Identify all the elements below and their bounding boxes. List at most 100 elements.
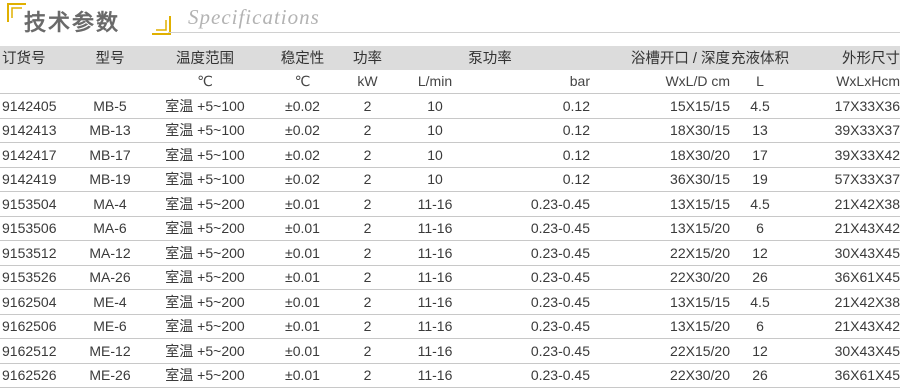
cell-power: 2 bbox=[345, 216, 390, 241]
cell-pump-pressure: 0.23-0.45 bbox=[480, 363, 590, 388]
unit-power: kW bbox=[345, 69, 390, 94]
table-row: 9153512 MA-12 室温 +5~200 ±0.01 2 11-16 0.23-0.4… bbox=[0, 240, 900, 266]
cell-power: 2 bbox=[345, 167, 390, 192]
cell-temp-range: 室温 +5~200 bbox=[150, 289, 260, 315]
col-stability: 稳定性 bbox=[260, 46, 345, 70]
unit-temp: ℃ bbox=[150, 69, 260, 94]
cell-temp-range: 室温 +5~200 bbox=[150, 338, 260, 364]
cell-stability: ±0.01 bbox=[260, 289, 345, 315]
unit-dimensions: WxLxHcm bbox=[790, 69, 900, 94]
cell-order-no: 9142413 bbox=[0, 118, 70, 143]
cell-temp-range: 室温 +5~100 bbox=[150, 167, 260, 192]
cell-power: 2 bbox=[345, 265, 390, 290]
cell-pump-flow: 10 bbox=[390, 93, 480, 119]
cell-power: 2 bbox=[345, 289, 390, 315]
cell-model: MA-26 bbox=[70, 265, 150, 290]
cell-temp-range: 室温 +5~200 bbox=[150, 240, 260, 266]
cell-dimensions: 17X33X36 bbox=[790, 93, 900, 119]
cell-pump-flow: 11-16 bbox=[390, 338, 480, 364]
cell-pump-pressure: 0.23-0.45 bbox=[480, 191, 590, 217]
cell-dimensions: 57X33X37 bbox=[790, 167, 900, 192]
cell-model: ME-12 bbox=[70, 338, 150, 364]
cell-stability: ±0.01 bbox=[260, 191, 345, 217]
cell-stability: ±0.02 bbox=[260, 142, 345, 168]
cell-pump-flow: 10 bbox=[390, 167, 480, 192]
cell-pump-pressure: 0.23-0.45 bbox=[480, 216, 590, 241]
cell-volume: 26 bbox=[730, 265, 790, 290]
cell-pump-pressure: 0.12 bbox=[480, 142, 590, 168]
cell-dimensions: 36X61X45 bbox=[790, 363, 900, 388]
cell-stability: ±0.02 bbox=[260, 93, 345, 119]
col-temp-range: 温度范围 bbox=[150, 46, 260, 70]
table-row: 9142405 MB-5 室温 +5~100 ±0.02 2 10 0.12 15X15/15… bbox=[0, 93, 900, 119]
cell-bath: 36X30/15 bbox=[590, 167, 730, 192]
units-row: ℃ ℃ kW L/min bar WxL/D cm L WxLxHcm bbox=[0, 69, 900, 94]
table-row: 9162526 ME-26 室温 +5~200 ±0.01 2 11-16 0.23-0.4… bbox=[0, 363, 900, 388]
col-dimensions: 外形尺寸 bbox=[790, 46, 900, 70]
cell-pump-pressure: 0.23-0.45 bbox=[480, 265, 590, 290]
cell-volume: 4.5 bbox=[730, 289, 790, 315]
table-row: 9153526 MA-26 室温 +5~200 ±0.01 2 11-16 0.23-0.4… bbox=[0, 265, 900, 290]
cell-order-no: 9142405 bbox=[0, 93, 70, 119]
cell-bath: 13X15/20 bbox=[590, 216, 730, 241]
cell-temp-range: 室温 +5~100 bbox=[150, 93, 260, 119]
cell-power: 2 bbox=[345, 142, 390, 168]
table-row: 9162512 ME-12 室温 +5~200 ±0.01 2 11-16 0.23-0.4… bbox=[0, 338, 900, 364]
cell-volume: 19 bbox=[730, 167, 790, 192]
header-divider bbox=[168, 32, 900, 33]
cell-order-no: 9153512 bbox=[0, 240, 70, 266]
cell-power: 2 bbox=[345, 338, 390, 364]
cell-model: MA-4 bbox=[70, 191, 150, 217]
cell-order-no: 9142419 bbox=[0, 167, 70, 192]
table-row: 9153506 MA-6 室温 +5~200 ±0.01 2 11-16 0.23-0.45… bbox=[0, 216, 900, 241]
col-power: 功率 bbox=[345, 46, 390, 70]
cell-stability: ±0.01 bbox=[260, 216, 345, 241]
section-title-en: Specifications bbox=[188, 5, 320, 29]
cell-pump-pressure: 0.23-0.45 bbox=[480, 338, 590, 364]
cell-temp-range: 室温 +5~100 bbox=[150, 118, 260, 143]
table-row: 9162504 ME-4 室温 +5~200 ±0.01 2 11-16 0.23-0.45… bbox=[0, 289, 900, 315]
cell-pump-pressure: 0.23-0.45 bbox=[480, 240, 590, 266]
col-order-no: 订货号 bbox=[0, 46, 70, 70]
cell-pump-flow: 11-16 bbox=[390, 363, 480, 388]
section-title-zh: 技术参数 bbox=[24, 11, 121, 36]
cell-bath: 18X30/20 bbox=[590, 142, 730, 168]
cell-power: 2 bbox=[345, 118, 390, 143]
cell-pump-flow: 11-16 bbox=[390, 314, 480, 339]
cell-dimensions: 21X43X42 bbox=[790, 314, 900, 339]
cell-order-no: 9153504 bbox=[0, 191, 70, 217]
table-row: 9153504 MA-4 室温 +5~200 ±0.01 2 11-16 0.23-0.45… bbox=[0, 191, 900, 217]
cell-bath: 15X15/15 bbox=[590, 93, 730, 119]
cell-pump-flow: 10 bbox=[390, 142, 480, 168]
cell-stability: ±0.01 bbox=[260, 314, 345, 339]
cell-pump-pressure: 0.12 bbox=[480, 167, 590, 192]
data-rows: 9142405 MB-5 室温 +5~100 ±0.02 2 10 0.12 15X15/15… bbox=[0, 93, 900, 388]
cell-temp-range: 室温 +5~200 bbox=[150, 363, 260, 388]
cell-model: ME-4 bbox=[70, 289, 150, 315]
cell-pump-flow: 11-16 bbox=[390, 240, 480, 266]
cell-pump-flow: 11-16 bbox=[390, 265, 480, 290]
cell-bath: 22X30/20 bbox=[590, 265, 730, 290]
unit-pump-flow: L/min bbox=[390, 69, 480, 94]
cell-pump-flow: 11-16 bbox=[390, 289, 480, 315]
cell-volume: 4.5 bbox=[730, 93, 790, 119]
cell-temp-range: 室温 +5~200 bbox=[150, 314, 260, 339]
cell-order-no: 9162506 bbox=[0, 314, 70, 339]
cell-model: MB-17 bbox=[70, 142, 150, 168]
cell-model: MB-13 bbox=[70, 118, 150, 143]
unit-volume: L bbox=[730, 69, 790, 94]
cell-temp-range: 室温 +5~200 bbox=[150, 216, 260, 241]
cell-volume: 13 bbox=[730, 118, 790, 143]
cell-model: ME-6 bbox=[70, 314, 150, 339]
cell-temp-range: 室温 +5~200 bbox=[150, 265, 260, 290]
cell-stability: ±0.02 bbox=[260, 167, 345, 192]
cell-pump-flow: 10 bbox=[390, 118, 480, 143]
cell-stability: ±0.02 bbox=[260, 118, 345, 143]
col-pump-power: 泵功率 bbox=[390, 46, 590, 70]
cell-dimensions: 21X43X42 bbox=[790, 216, 900, 241]
cell-order-no: 9153526 bbox=[0, 265, 70, 290]
cell-model: MB-19 bbox=[70, 167, 150, 192]
cell-volume: 26 bbox=[730, 363, 790, 388]
cell-bath: 22X15/20 bbox=[590, 240, 730, 266]
table-row: 9142419 MB-19 室温 +5~100 ±0.02 2 10 0.12 36X30/1… bbox=[0, 167, 900, 192]
